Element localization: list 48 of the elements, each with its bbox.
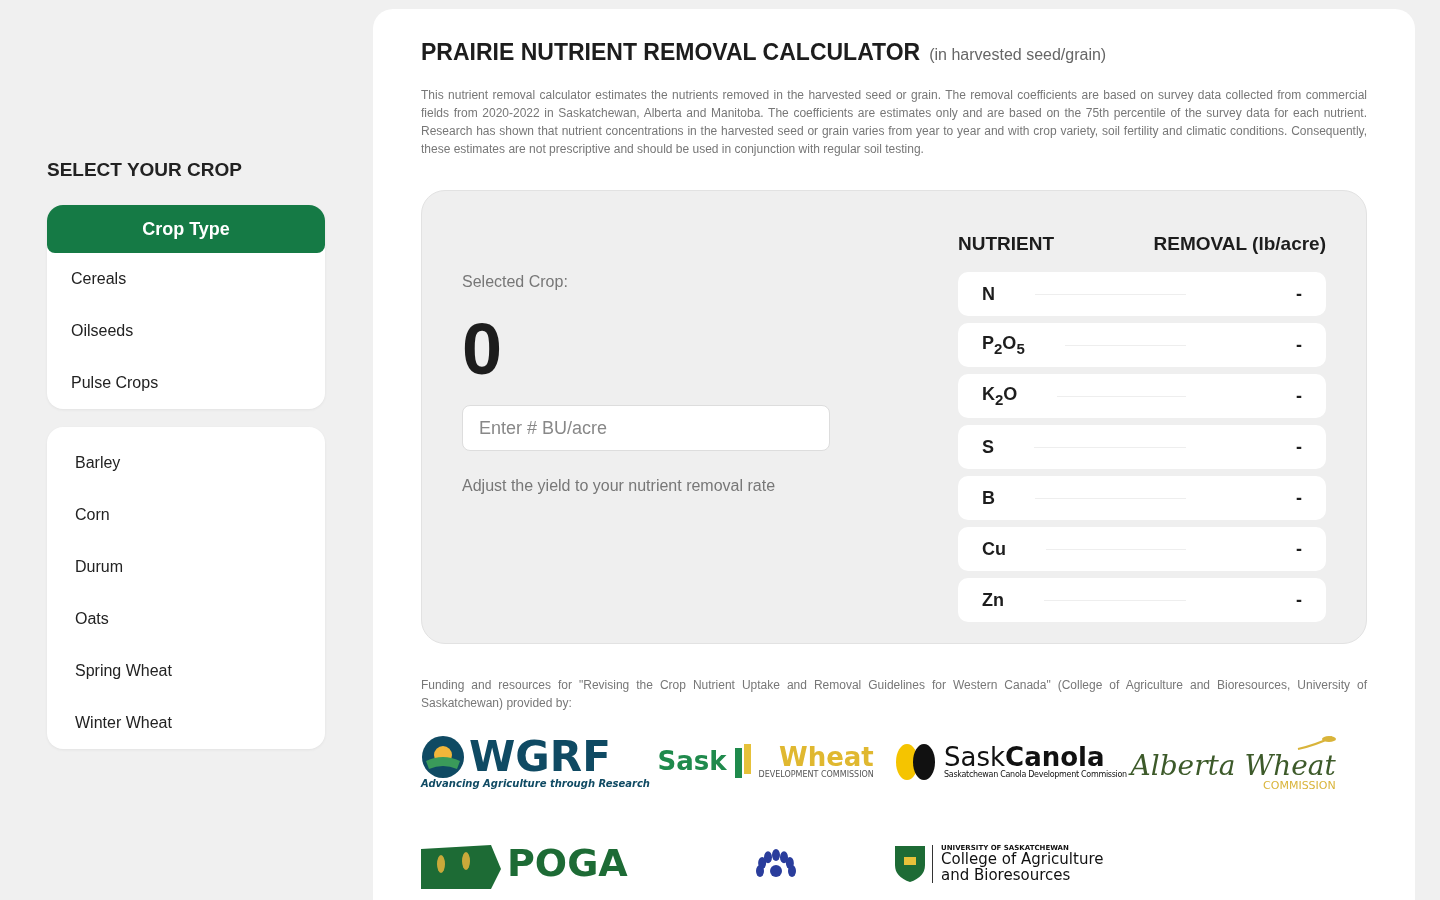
logo-text: and Bioresources — [941, 867, 1071, 884]
crop-type-header[interactable]: Crop Type — [47, 205, 325, 253]
crop-item[interactable]: Corn — [47, 489, 325, 541]
logo-tagline: COMMISSION — [1263, 779, 1336, 792]
crest-icon — [894, 845, 926, 883]
logo-text: College of Agriculture — [941, 851, 1104, 868]
column-header: NUTRIENT — [958, 233, 1055, 255]
column-header: REMOVAL (lb/acre) — [1153, 233, 1326, 255]
logo-text: Alberta Wheat — [1130, 750, 1336, 780]
description: This nutrient removal calculator estimates the nutrients removed in the harvested seed or grain. The removal coefficients are based on survey data collected from commercial fields from 2020-2022 in Saskatchewan, Alberta and Manitoba. The coefficients are estimates only and are based on the 75th percentile of the survey data for each nutrient. Research has shown that nutrient concentrations in the harvested seed or grain varies from year to year and with crop variety, soil fertility and climatic conditions. Consequently, these estimates are not prescriptive and should be used in conjunction with regular soil testing. — [421, 87, 1367, 158]
section-title: SELECT YOUR CROP — [47, 159, 243, 181]
flower-icon — [755, 849, 796, 879]
nutrient-name: Cu — [982, 538, 1006, 560]
logo-tagline: Advancing Agriculture through Research — [421, 778, 650, 790]
removal-value: - — [1296, 589, 1302, 611]
removal-value: - — [1296, 538, 1302, 560]
seed-icon — [894, 741, 938, 783]
selected-crop-label: Selected Crop: — [462, 273, 569, 291]
crop-item[interactable]: Barley — [47, 437, 325, 489]
sun-field-icon — [421, 734, 465, 779]
removal-value: - — [1296, 487, 1302, 509]
yield-hint: Adjust the yield to your nutrient removal rate — [462, 477, 777, 495]
logo-text: Sask — [657, 748, 727, 776]
selected-crop-value: 0 — [462, 313, 504, 385]
nutrient-name: N — [982, 283, 995, 305]
crop-item[interactable]: Durum — [47, 541, 325, 593]
crop-item[interactable]: Spring Wheat — [47, 645, 325, 697]
category-item[interactable]: Oilseeds — [47, 305, 325, 357]
nutrient-name: Zn — [982, 589, 1004, 611]
category-item[interactable]: Pulse Crops — [47, 357, 325, 409]
page-subtitle: (in harvested seed/grain) — [929, 46, 1107, 64]
removal-value: - — [1296, 283, 1302, 305]
nutrient-name: B — [982, 487, 995, 509]
logo-text: WGRF — [469, 734, 611, 779]
nutrient-name: P$_{2}$O$_{5}$ — [982, 333, 1025, 357]
nutrient-name: K$_{2}$O — [982, 384, 1018, 408]
category-item[interactable]: Cereals — [47, 253, 325, 305]
removal-value: - — [1296, 436, 1302, 458]
crop-item[interactable]: Oats — [47, 593, 325, 645]
removal-value: - — [1296, 334, 1302, 356]
logo-tagline: DEVELOPMENT COMMISSION — [758, 771, 874, 780]
logo-text: POGA — [507, 844, 628, 884]
funding-note: Funding and resources for "Revising the Crop Nutrient Uptake and Removal Guidelines for Western Canada" (College of Agriculture and Bioresources, University of Saskatchewan) provided by: — [421, 677, 1367, 712]
removal-value: - — [1296, 385, 1302, 407]
nutrient-name: S — [982, 436, 994, 458]
page-title: PRAIRIE NUTRIENT REMOVAL CALCULATOR — [421, 39, 921, 66]
crop-item[interactable]: Winter Wheat — [47, 697, 325, 749]
yield-field[interactable]: Enter # BU/acre — [462, 405, 830, 451]
